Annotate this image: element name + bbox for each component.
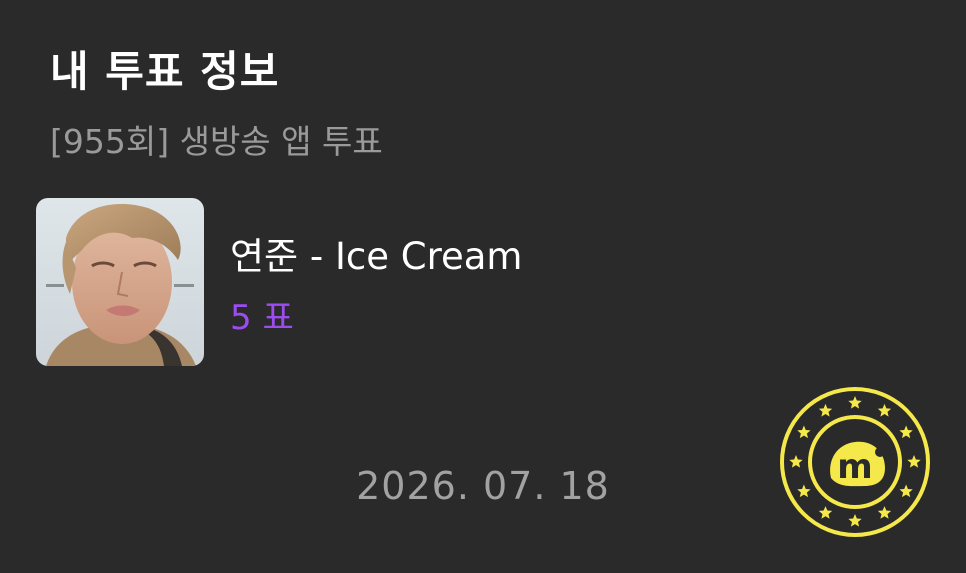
seal-star <box>818 506 833 519</box>
seal-star <box>899 484 913 498</box>
seal-star <box>797 484 811 498</box>
vote-round-subtitle: [955회] 생방송 앱 투표 <box>50 122 383 161</box>
seal-star <box>818 403 833 417</box>
seal-star <box>907 455 921 468</box>
vote-entry: 연준 - Ice Cream 5 표 <box>36 198 736 366</box>
seal-star <box>848 514 862 527</box>
seal-star <box>848 396 862 409</box>
vote-count: 5 표 <box>230 298 294 338</box>
vote-info-card: 내 투표 정보 [955회] 생방송 앱 투표 연준 - Ice Cream 5… <box>0 0 966 573</box>
seal-star <box>877 506 892 519</box>
page-title: 내 투표 정보 <box>50 47 280 96</box>
seal-star <box>797 425 811 439</box>
song-title: 연준 - Ice Cream <box>230 235 523 278</box>
svg-text:m: m <box>837 447 872 487</box>
m-star-coin-seal-icon: m <box>779 386 931 538</box>
seal-star <box>899 425 913 439</box>
seal-star <box>789 455 803 468</box>
seal-star <box>877 403 892 417</box>
album-cover-icon <box>36 198 204 366</box>
